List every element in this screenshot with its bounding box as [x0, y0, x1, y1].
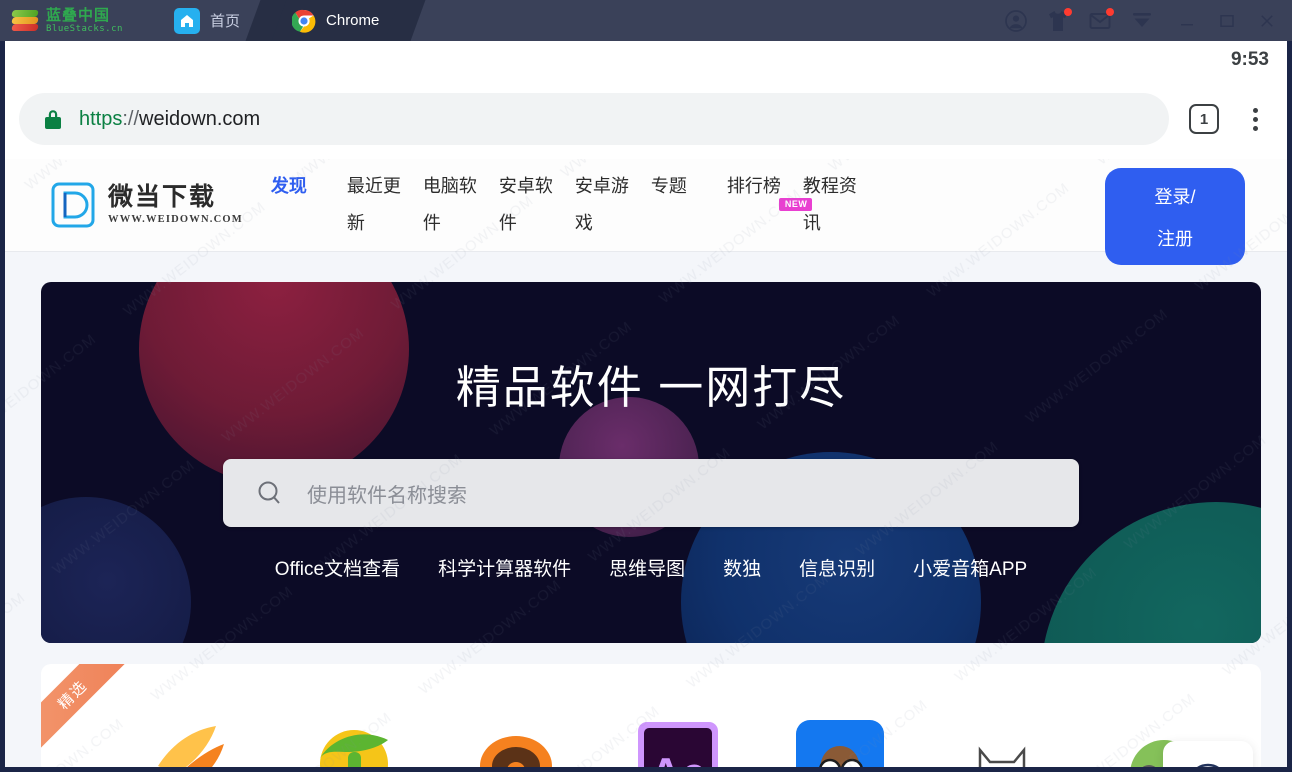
site-header: 微当下载 WWW.WEIDOWN.COM 发现 最近更新 电脑软件 安卓软件 安…	[5, 159, 1287, 265]
bluestacks-logo-icon	[11, 9, 39, 32]
close-icon[interactable]	[1258, 12, 1276, 30]
wps-office-icon[interactable]	[146, 708, 238, 767]
nav-item-rankings[interactable]: 排行榜 NEW	[721, 168, 813, 211]
tshirt-notification-dot	[1064, 7, 1072, 16]
hot-tag-office[interactable]: Office文档查看	[275, 554, 400, 581]
hero-banner: 精品软件 一网打尽 使用软件名称搜索 Office文档查看 科学计算器软件 思维…	[41, 282, 1261, 643]
lock-icon	[43, 108, 63, 130]
orange-ring-icon[interactable]	[470, 708, 562, 767]
bluestacks-tab-chrome[interactable]: Chrome	[266, 0, 406, 41]
account-circle-icon[interactable]	[1004, 9, 1028, 33]
nav-item-android-software-label: 安卓软件	[498, 176, 553, 233]
url-scheme: https	[79, 107, 123, 130]
chrome-icon	[291, 9, 316, 33]
svg-text:Ae: Ae	[650, 749, 706, 772]
hot-tag-calculator[interactable]: 科学计算器软件	[438, 554, 571, 581]
hot-tag-mindmap[interactable]: 思维导图	[609, 554, 685, 581]
minimize-icon[interactable]	[1178, 12, 1196, 30]
nav-item-discover-label: 发现	[270, 176, 307, 196]
login-label: 登录/	[1154, 186, 1196, 207]
bluestacks-brand-en: BlueStacks.cn	[46, 23, 123, 34]
mail-icon[interactable]	[1088, 7, 1114, 33]
android-device-frame: 9:53 https://weidown.com 1 微当下载 WWW.WEID…	[0, 41, 1292, 772]
featured-app-row: Ae	[41, 664, 1261, 772]
nav-item-android-games[interactable]: 安卓游戏	[569, 168, 645, 242]
bluestacks-brand: 蓝叠中国 BlueStacks.cn	[0, 0, 148, 41]
nav-item-discover[interactable]: 发现	[265, 168, 341, 205]
url-host: weidown.com	[139, 107, 261, 130]
weidown-logo-icon	[50, 181, 96, 229]
mail-notification-dot	[1106, 7, 1114, 16]
chevron-up-circle-icon	[1185, 761, 1231, 767]
url-separator: ://	[122, 107, 140, 130]
nav-item-recent-updates-label: 最近更新	[346, 176, 401, 233]
site-logo-en: WWW.WEIDOWN.COM	[108, 213, 243, 225]
blue-character-icon[interactable]	[794, 708, 886, 767]
nav-item-recent-updates[interactable]: 最近更新	[341, 168, 417, 242]
nav-item-topics-label: 专题	[650, 176, 687, 196]
titlebar-tray	[1004, 0, 1164, 41]
search-icon	[255, 478, 285, 508]
back-to-top-button[interactable]	[1163, 741, 1253, 767]
bluestacks-tab-chrome-label: Chrome	[326, 12, 380, 29]
site-search-box[interactable]: 使用软件名称搜索	[223, 459, 1079, 527]
nav-item-tutorials-label: 教程资讯	[802, 176, 857, 233]
kebab-menu-icon[interactable]	[1243, 107, 1267, 131]
featured-apps-card: 精选	[41, 664, 1261, 772]
site-nav-list: 发现 最近更新 电脑软件 安卓软件 安卓游戏 专题 排行榜 NEW 教程资讯	[265, 168, 873, 242]
nav-item-rankings-label: 排行榜	[726, 176, 781, 196]
maximize-icon[interactable]	[1218, 12, 1236, 30]
hot-tag-sudoku[interactable]: 数独	[723, 554, 761, 581]
android-status-bar: 9:53	[5, 41, 1287, 79]
bluestacks-tab-home-label: 首页	[210, 13, 241, 30]
site-search-placeholder: 使用软件名称搜索	[307, 484, 467, 507]
site-logo[interactable]: 微当下载 WWW.WEIDOWN.COM	[5, 181, 243, 229]
bluestacks-titlebar: 蓝叠中国 BlueStacks.cn 首页 Chrome	[0, 0, 1292, 41]
nav-item-pc-software-label: 电脑软件	[422, 176, 477, 233]
adobe-after-effects-icon[interactable]: Ae	[632, 708, 724, 772]
tab-counter-button[interactable]: 1	[1189, 104, 1219, 134]
window-controls	[1164, 0, 1292, 41]
bluestacks-brand-cn: 蓝叠中国	[46, 6, 111, 24]
home-icon	[174, 7, 200, 34]
status-clock: 9:53	[1230, 49, 1269, 70]
360-browser-icon[interactable]	[308, 708, 400, 767]
hot-tag-recognition[interactable]: 信息识别	[799, 554, 875, 581]
tshirt-icon[interactable]	[1046, 7, 1072, 33]
titlebar-spacer	[405, 0, 1004, 41]
nav-item-android-games-label: 安卓游戏	[574, 176, 629, 233]
chrome-toolbar: https://weidown.com 1	[5, 79, 1287, 159]
site-logo-cn: 微当下载	[108, 182, 217, 211]
nav-item-android-software[interactable]: 安卓软件	[493, 168, 569, 242]
hot-search-tags: Office文档查看 科学计算器软件 思维导图 数独 信息识别 小爱音箱APP	[41, 554, 1261, 581]
address-bar[interactable]: https://weidown.com	[19, 93, 1169, 145]
hot-tag-xiaoai[interactable]: 小爱音箱APP	[913, 554, 1027, 581]
register-label: 注册	[1157, 228, 1193, 249]
login-register-button[interactable]: 登录/ 注册	[1105, 168, 1245, 265]
white-cat-icon[interactable]	[956, 708, 1048, 767]
webpage-viewport: 微当下载 WWW.WEIDOWN.COM 发现 最近更新 电脑软件 安卓软件 安…	[5, 159, 1287, 772]
nav-item-pc-software[interactable]: 电脑软件	[417, 168, 493, 242]
hero-title: 精品软件 一网打尽	[455, 362, 847, 413]
nav-item-topics[interactable]: 专题	[645, 168, 721, 205]
url-text: https://weidown.com	[79, 108, 260, 131]
nav-item-tutorials[interactable]: 教程资讯	[797, 168, 873, 242]
download-icon[interactable]	[1130, 9, 1154, 33]
